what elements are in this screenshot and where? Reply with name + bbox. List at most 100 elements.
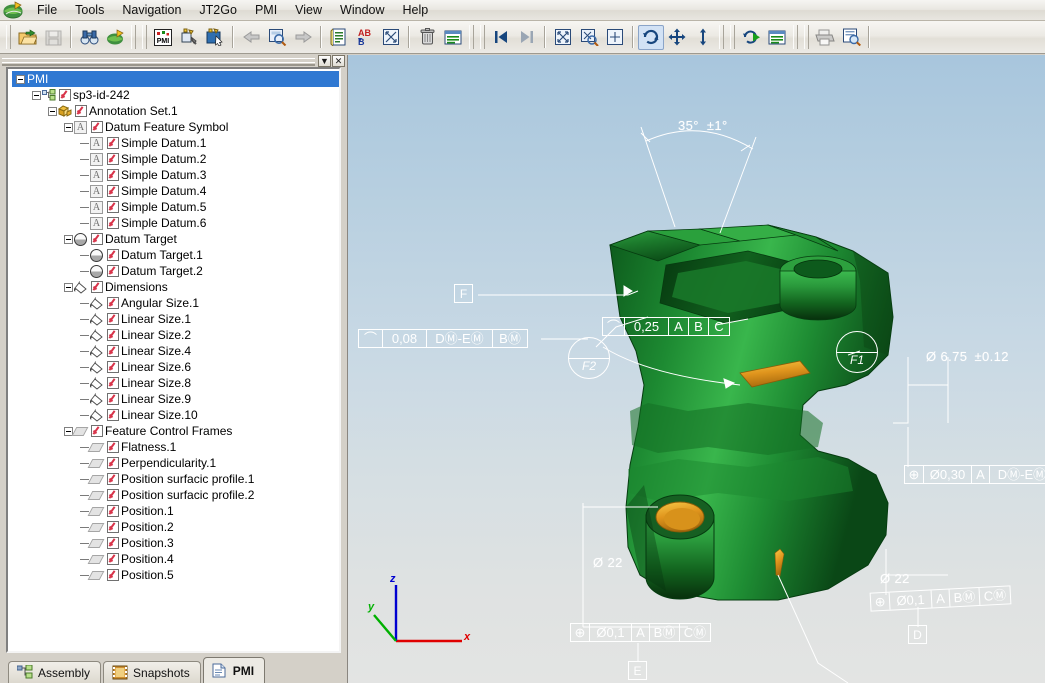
toolbar-grip-4[interactable] bbox=[469, 25, 474, 49]
tree-item-checkbox[interactable] bbox=[107, 265, 119, 277]
tree-item[interactable]: ASimple Datum.4 bbox=[12, 183, 339, 199]
tree-expander-icon[interactable] bbox=[64, 123, 73, 132]
print-button[interactable] bbox=[812, 25, 838, 50]
menu-window[interactable]: Window bbox=[331, 1, 393, 20]
tree-item-checkbox[interactable] bbox=[107, 473, 119, 485]
tree-item[interactable]: Position.1 bbox=[12, 503, 339, 519]
toolbar-grip-7[interactable] bbox=[730, 25, 735, 49]
menu-jt2go[interactable]: JT2Go bbox=[190, 1, 246, 20]
tree-item[interactable]: Position.2 bbox=[12, 519, 339, 535]
tree-item[interactable]: ASimple Datum.6 bbox=[12, 215, 339, 231]
jt2go-button[interactable] bbox=[102, 25, 128, 50]
pmi-create-button[interactable] bbox=[176, 25, 202, 50]
center-button[interactable] bbox=[602, 25, 628, 50]
pmi-display-button[interactable]: PMI bbox=[150, 25, 176, 50]
menu-navigation[interactable]: Navigation bbox=[113, 1, 190, 20]
menu-help[interactable]: Help bbox=[394, 1, 438, 20]
tree-item[interactable]: Perpendicularity.1 bbox=[12, 455, 339, 471]
menu-view[interactable]: View bbox=[286, 1, 331, 20]
zoom-window-button[interactable] bbox=[576, 25, 602, 50]
tree-item[interactable]: Linear Size.10 bbox=[12, 407, 339, 423]
tree-item[interactable]: sp3-id-242 bbox=[12, 87, 339, 103]
panel-close-button[interactable]: ✕ bbox=[332, 55, 345, 67]
tree-item-checkbox[interactable] bbox=[107, 217, 119, 229]
tree-item[interactable]: Linear Size.1 bbox=[12, 311, 339, 327]
datum-feature-e[interactable]: E bbox=[628, 661, 647, 680]
panel-minimize-button[interactable]: ▼ bbox=[318, 55, 331, 67]
toolbar-grip-3[interactable] bbox=[142, 25, 147, 49]
pmi-tree[interactable]: PMIsp3-id-242Annotation Set.1ADatum Feat… bbox=[8, 69, 339, 651]
tree-item[interactable]: Linear Size.2 bbox=[12, 327, 339, 343]
zoom-area-button[interactable] bbox=[264, 25, 290, 50]
tree-item-checkbox[interactable] bbox=[59, 89, 71, 101]
tree-item[interactable]: ADatum Feature Symbol bbox=[12, 119, 339, 135]
rotate-button[interactable] bbox=[638, 25, 664, 50]
datum-target-f1[interactable]: F1 bbox=[836, 331, 878, 373]
tree-item-checkbox[interactable] bbox=[107, 137, 119, 149]
open-button[interactable] bbox=[14, 25, 40, 50]
fcf-position-030[interactable]: ⊕ Ø0,30 A DⓂ-EⓂ bbox=[904, 465, 1045, 484]
tree-item-checkbox[interactable] bbox=[107, 153, 119, 165]
tree-item-checkbox[interactable] bbox=[107, 361, 119, 373]
forward-button[interactable] bbox=[290, 25, 316, 50]
tree-item[interactable]: Datum Target bbox=[12, 231, 339, 247]
datum-feature-f[interactable]: F bbox=[454, 284, 473, 303]
toolbar-grip-6[interactable] bbox=[719, 25, 724, 49]
tree-item-checkbox[interactable] bbox=[107, 553, 119, 565]
print-preview-button[interactable] bbox=[838, 25, 864, 50]
tree-item[interactable]: Feature Control Frames bbox=[12, 423, 339, 439]
tree-item[interactable]: Datum Target.2 bbox=[12, 263, 339, 279]
datum-target-f2[interactable]: F2 bbox=[568, 337, 610, 379]
tree-expander-icon[interactable] bbox=[64, 235, 73, 244]
tree-item-checkbox[interactable] bbox=[107, 537, 119, 549]
find-button[interactable] bbox=[76, 25, 102, 50]
fcf-position-01-left[interactable]: ⊕ Ø0,1 A BⓂ CⓂ bbox=[570, 623, 711, 642]
toolbar-grip-9[interactable] bbox=[804, 25, 809, 49]
tree-expander-icon[interactable] bbox=[48, 107, 57, 116]
tree-item-checkbox[interactable] bbox=[107, 457, 119, 469]
tree-item-checkbox[interactable] bbox=[107, 521, 119, 533]
measure-button[interactable] bbox=[378, 25, 404, 50]
tree-item[interactable]: ASimple Datum.3 bbox=[12, 167, 339, 183]
menu-file[interactable]: File bbox=[28, 1, 66, 20]
tree-item[interactable]: Position surfacic profile.2 bbox=[12, 487, 339, 503]
fcf-profile-008[interactable]: ⌒ 0,08 DⓂ-EⓂ BⓂ bbox=[358, 329, 528, 348]
tree-item-checkbox[interactable] bbox=[107, 201, 119, 213]
view-list-button[interactable] bbox=[764, 25, 790, 50]
tree-expander-icon[interactable] bbox=[16, 75, 25, 84]
tree-item-checkbox[interactable] bbox=[107, 489, 119, 501]
tree-item-checkbox[interactable] bbox=[91, 233, 103, 245]
tree-item[interactable]: Datum Target.1 bbox=[12, 247, 339, 263]
tree-item[interactable]: Position.5 bbox=[12, 567, 339, 583]
toolbar-grip-8[interactable] bbox=[793, 25, 798, 49]
zoom-button[interactable] bbox=[690, 25, 716, 50]
tab-assembly[interactable]: Assembly bbox=[8, 661, 101, 683]
tree-item-checkbox[interactable] bbox=[107, 329, 119, 341]
tree-expander-icon[interactable] bbox=[64, 283, 73, 292]
first-view-button[interactable] bbox=[488, 25, 514, 50]
tree-item-checkbox[interactable] bbox=[107, 249, 119, 261]
tree-expander-icon[interactable] bbox=[32, 91, 41, 100]
tree-item-checkbox[interactable] bbox=[107, 185, 119, 197]
pmi-select-button[interactable] bbox=[202, 25, 228, 50]
fcf-profile-025[interactable]: ⌒ 0,25 A B C bbox=[602, 317, 730, 336]
delete-button[interactable] bbox=[414, 25, 440, 50]
tree-item[interactable]: Linear Size.4 bbox=[12, 343, 339, 359]
tree-item[interactable]: Angular Size.1 bbox=[12, 295, 339, 311]
tree-item-checkbox[interactable] bbox=[75, 105, 87, 117]
tree-item[interactable]: Position surfacic profile.1 bbox=[12, 471, 339, 487]
notes-button[interactable] bbox=[326, 25, 352, 50]
tree-item[interactable]: ASimple Datum.2 bbox=[12, 151, 339, 167]
toolbar-grip-5[interactable] bbox=[480, 25, 485, 49]
tree-item[interactable]: Annotation Set.1 bbox=[12, 103, 339, 119]
datum-feature-d[interactable]: D bbox=[908, 625, 927, 644]
menu-tools[interactable]: Tools bbox=[66, 1, 113, 20]
tree-item[interactable]: Linear Size.8 bbox=[12, 375, 339, 391]
tree-item-checkbox[interactable] bbox=[107, 297, 119, 309]
toolbar-grip-2[interactable] bbox=[131, 25, 136, 49]
pan-button[interactable] bbox=[664, 25, 690, 50]
tree-item[interactable]: Position.3 bbox=[12, 535, 339, 551]
back-button[interactable] bbox=[238, 25, 264, 50]
tree-item-checkbox[interactable] bbox=[107, 313, 119, 325]
3d-viewport[interactable]: 35° ±1° F ⌒ 0,08 DⓂ-EⓂ BⓂ F2 ⌒ 0,25 A B … bbox=[347, 55, 1045, 683]
